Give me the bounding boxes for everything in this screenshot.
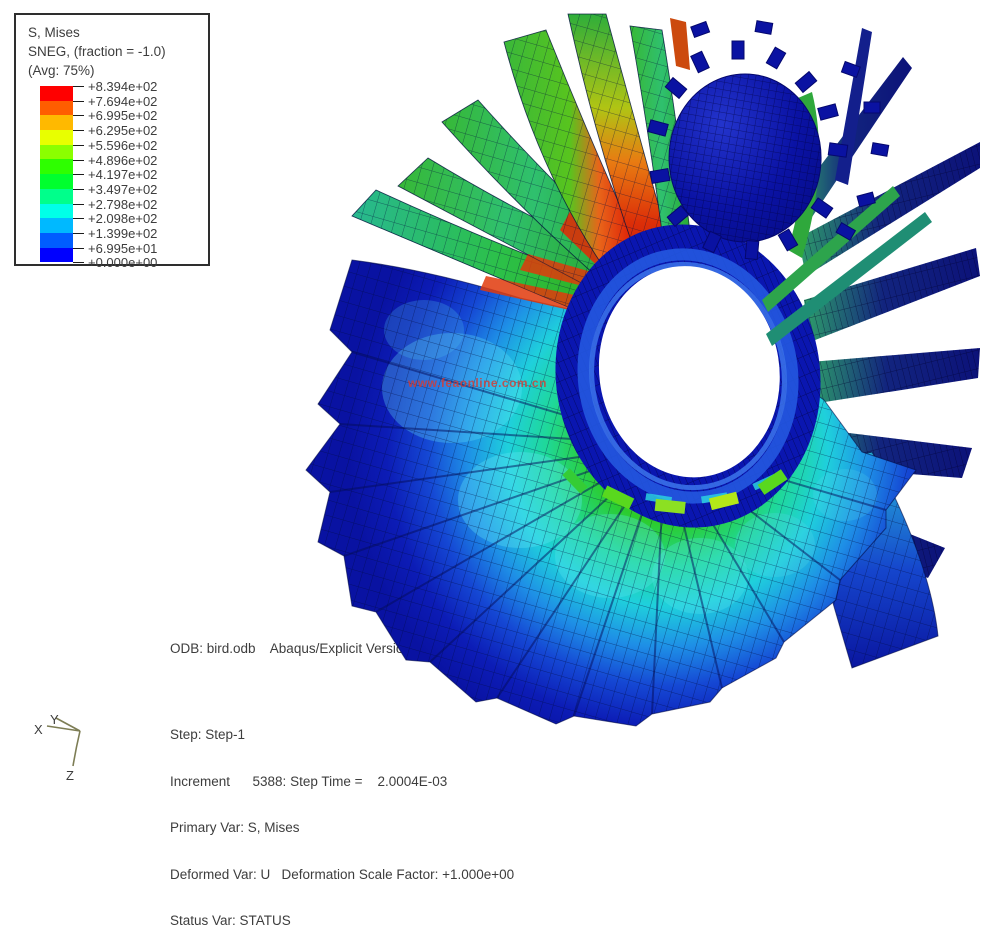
color-band bbox=[40, 218, 73, 233]
scale-tick: +3.497e+02 bbox=[73, 182, 157, 196]
view-triad-icon: X Y Z bbox=[34, 712, 80, 782]
scale-tick: +6.995e+01 bbox=[73, 241, 157, 255]
scale-tick: +1.399e+02 bbox=[73, 226, 157, 240]
scale-tick: +0.000e+00 bbox=[73, 255, 157, 269]
state-annotation-block: Step: Step-1 Increment 5388: Step Time =… bbox=[170, 696, 514, 944]
color-bar bbox=[40, 86, 73, 262]
color-band bbox=[40, 115, 73, 130]
blade-tip-fragment bbox=[670, 18, 690, 70]
scale-tick: +2.098e+02 bbox=[73, 211, 157, 225]
color-band bbox=[40, 159, 73, 174]
scale-tick: +4.197e+02 bbox=[73, 167, 157, 181]
scale-tick: +6.295e+02 bbox=[73, 123, 157, 137]
scale-tick: +2.798e+02 bbox=[73, 197, 157, 211]
primary-var-line: Primary Var: S, Mises bbox=[170, 820, 514, 836]
scale-tick: +8.394e+02 bbox=[73, 79, 157, 93]
contour-legend: S, Mises SNEG, (fraction = -1.0) (Avg: 7… bbox=[14, 13, 210, 266]
legend-variable: S, Mises bbox=[28, 23, 208, 42]
color-band bbox=[40, 145, 73, 160]
color-band bbox=[40, 204, 73, 219]
legend-averaging: (Avg: 75%) bbox=[28, 61, 208, 80]
color-band bbox=[40, 86, 73, 101]
status-var-line: Status Var: STATUS bbox=[170, 913, 514, 929]
color-band bbox=[40, 101, 73, 116]
watermark-text: www.feaonline.com.cn bbox=[408, 376, 547, 390]
triad-z-label: Z bbox=[66, 768, 74, 782]
color-band bbox=[40, 233, 73, 248]
color-band bbox=[40, 189, 73, 204]
color-band bbox=[40, 130, 73, 145]
abaqus-viewer-window: { "legend": { "title_lines": ["S, Mises"… bbox=[0, 0, 981, 782]
step-line: Step: Step-1 bbox=[170, 727, 514, 743]
deformed-var-line: Deformed Var: U Deformation Scale Factor… bbox=[170, 867, 514, 883]
increment-line: Increment 5388: Step Time = 2.0004E-03 bbox=[170, 774, 514, 790]
scale-tick: +6.995e+02 bbox=[73, 108, 157, 122]
triad-y-label: Y bbox=[50, 712, 59, 727]
scale-tick: +4.896e+02 bbox=[73, 153, 157, 167]
scale-tick: +5.596e+02 bbox=[73, 138, 157, 152]
legend-section: SNEG, (fraction = -1.0) bbox=[28, 42, 208, 61]
color-band bbox=[40, 174, 73, 189]
contour-color-scale: +8.394e+02 +7.694e+02 +6.995e+02 +6.295e… bbox=[28, 86, 208, 270]
scale-tick: +7.694e+02 bbox=[73, 94, 157, 108]
triad-x-label: X bbox=[34, 722, 43, 737]
color-band bbox=[40, 248, 73, 263]
